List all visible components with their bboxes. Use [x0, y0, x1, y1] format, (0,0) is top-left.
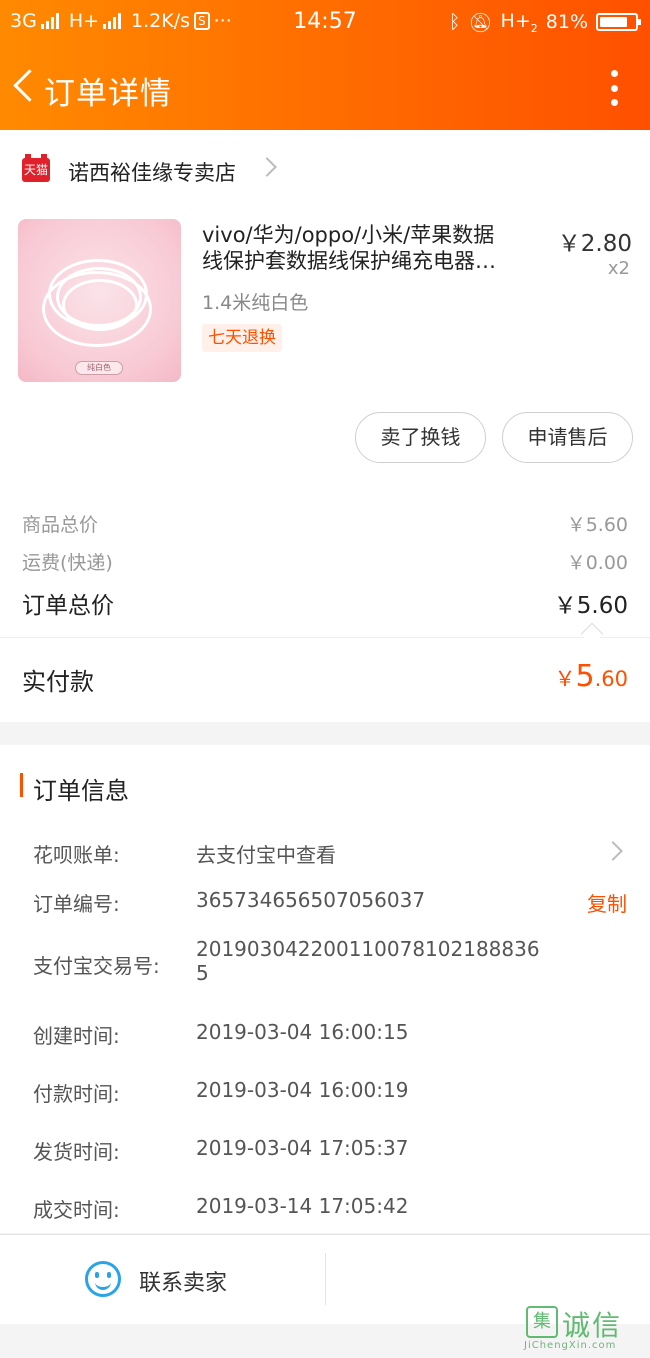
status-bar: 3G H+ 1.2K/s S ··· 14:57 ᛒ 🔕︎ H+2 81%	[0, 0, 650, 44]
watermark-logo: 集 诚信 JiChengXin.com	[522, 1304, 642, 1352]
paid-time-value: 2019-03-04 16:00:19	[196, 1078, 409, 1102]
after-sale-button[interactable]: 申请售后	[502, 412, 633, 463]
divider	[325, 1253, 326, 1305]
created-time-label: 创建时间:	[33, 1024, 120, 1048]
product-thumbnail[interactable]: 纯白色	[18, 219, 181, 382]
watermark-text: 诚信	[562, 1309, 623, 1342]
order-number-label: 订单编号:	[33, 892, 120, 916]
thumbnail-label: 纯白色	[75, 361, 123, 375]
product-sku: 1.4米纯白色	[202, 292, 309, 314]
paid-label: 实付款	[22, 668, 94, 696]
tmall-icon: 天猫	[22, 154, 50, 182]
mute-bell-icon: 🔕︎	[468, 11, 493, 34]
cable-coil	[62, 279, 138, 331]
shop-row[interactable]: 天猫 诺西裕佳缘专卖店	[0, 150, 650, 190]
return-policy-badge: 七天退换	[202, 324, 282, 352]
created-time-value: 2019-03-04 16:00:15	[196, 1020, 409, 1044]
watermark-url: JiChengXin.com	[524, 1340, 617, 1351]
bluetooth-icon: ᛒ	[449, 11, 461, 34]
divider	[0, 637, 650, 638]
huabei-label: 花呗账单:	[33, 843, 120, 867]
smile-chat-icon	[85, 1261, 121, 1297]
order-product-card: 天猫 诺西裕佳缘专卖店 纯白色 vivo/华为/oppo/小米/苹果数据 线保护…	[0, 130, 650, 722]
order-number-value: 365734656507056037	[196, 888, 426, 912]
shipping-row: 运费(快递) ￥0.00	[22, 548, 628, 575]
product-title-line-1: vivo/华为/oppo/小米/苹果数据	[202, 223, 495, 247]
goods-total-label: 商品总价	[22, 514, 99, 536]
paid-row: 实付款 ￥5.60	[22, 659, 629, 697]
shipping-value: ￥0.00	[566, 552, 628, 574]
app-header: 3G H+ 1.2K/s S ··· 14:57 ᛒ 🔕︎ H+2 81% 订单…	[0, 0, 650, 130]
status-right: ᛒ 🔕︎ H+2 81%	[449, 10, 641, 35]
caret-up-icon	[580, 622, 604, 646]
shipped-time-value: 2019-03-04 17:05:37	[196, 1136, 409, 1160]
sell-for-cash-button[interactable]: 卖了换钱	[355, 412, 486, 463]
huabei-link[interactable]: 去支付宝中查看	[196, 839, 336, 868]
shipping-label: 运费(快递)	[22, 552, 113, 574]
nav-bar: 订单详情	[0, 44, 650, 130]
shop-name[interactable]: 诺西裕佳缘专卖店	[68, 157, 236, 187]
order-total-value: ￥5.60	[553, 593, 628, 619]
alipay-trade-label: 支付宝交易号:	[33, 954, 160, 978]
battery-icon	[596, 13, 641, 32]
closed-time-value: 2019-03-14 17:05:42	[196, 1194, 409, 1218]
order-total-row: 订单总价 ￥5.60	[22, 586, 628, 620]
goods-total-row: 商品总价 ￥5.60	[22, 510, 628, 537]
product-title-line-2: 线保护套数据线保护绳充电器…	[202, 249, 496, 273]
chevron-right-icon[interactable]	[603, 841, 623, 861]
paid-time-label: 付款时间:	[33, 1082, 120, 1106]
order-info-card: 订单信息 花呗账单: 去支付宝中查看 订单编号: 365734656507056…	[0, 745, 650, 1233]
copy-button[interactable]: 复制	[587, 888, 627, 917]
closed-time-label: 成交时间:	[33, 1198, 120, 1222]
product-title[interactable]: vivo/华为/oppo/小米/苹果数据 线保护套数据线保护绳充电器…	[202, 222, 537, 274]
order-total-label: 订单总价	[22, 593, 114, 619]
order-info-title: 订单信息	[33, 777, 129, 805]
product-quantity: x2	[607, 258, 630, 279]
product-price: ￥2.80	[557, 231, 632, 257]
alipay-trade-value: 2019030422001100781021888365	[196, 937, 540, 985]
more-vertical-icon[interactable]	[608, 70, 620, 106]
data-network-icon: H+2	[500, 10, 538, 35]
chevron-left-icon[interactable]	[10, 66, 40, 106]
watermark-glyph: 集	[526, 1306, 558, 1338]
goods-total-value: ￥5.60	[566, 514, 628, 536]
shipped-time-label: 发货时间:	[33, 1140, 120, 1164]
page-title: 订单详情	[44, 76, 172, 112]
section-accent-bar	[20, 773, 23, 797]
contact-seller-label: 联系卖家	[139, 1271, 228, 1296]
chevron-right-icon	[257, 157, 277, 177]
paid-amount: ￥5.60	[554, 659, 629, 694]
battery-percent: 81%	[545, 11, 588, 34]
